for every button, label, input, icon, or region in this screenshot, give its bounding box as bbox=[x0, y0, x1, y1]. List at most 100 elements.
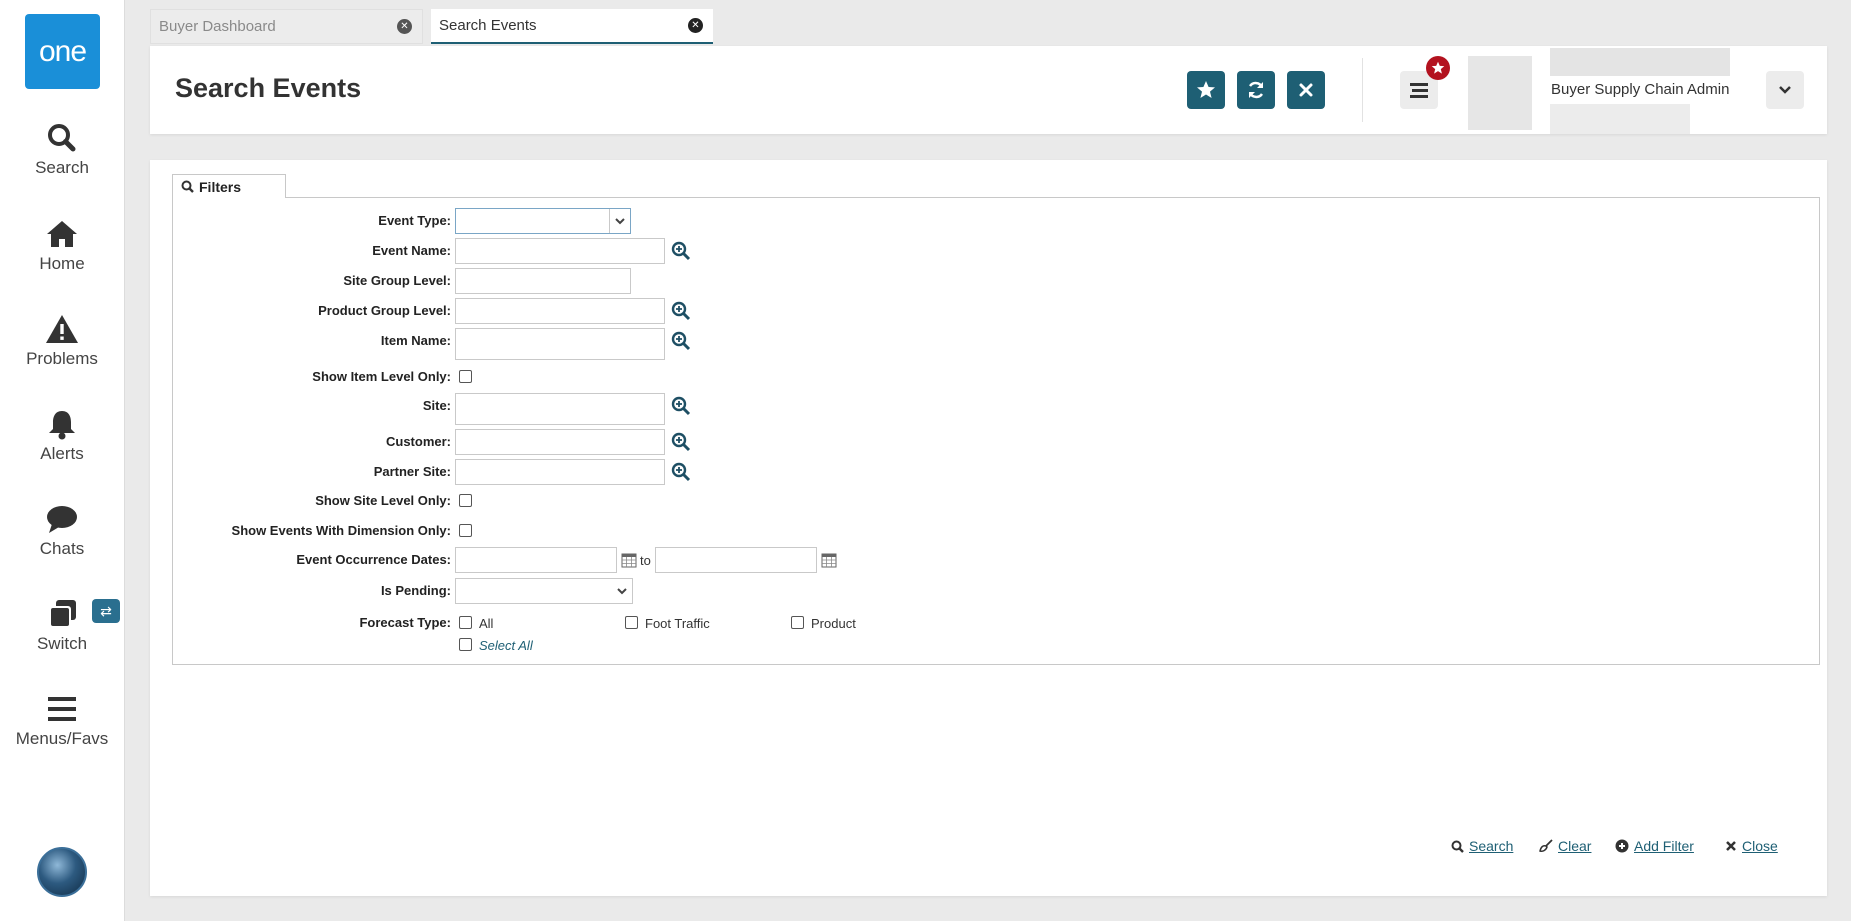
close-icon bbox=[1726, 841, 1736, 851]
user-avatar[interactable] bbox=[37, 847, 87, 897]
close-icon[interactable]: ✕ bbox=[397, 19, 412, 34]
close-action-label[interactable]: Close bbox=[1742, 838, 1778, 854]
show-item-level-only-checkbox[interactable] bbox=[459, 370, 472, 383]
filters-tab[interactable]: Filters bbox=[172, 174, 286, 198]
item-name-input[interactable] bbox=[455, 328, 665, 360]
switch-arrows-icon[interactable]: ⇄ bbox=[92, 599, 120, 623]
calendar-icon[interactable] bbox=[621, 552, 637, 568]
sidebar-item-label: Home bbox=[39, 254, 85, 273]
lookup-icon[interactable] bbox=[671, 432, 691, 452]
hamburger-icon bbox=[1410, 83, 1428, 98]
show-events-with-dimension-only-label: Show Events With Dimension Only: bbox=[231, 523, 451, 538]
sidebar-item-menus-favs[interactable]: Menus/Favs bbox=[0, 693, 124, 749]
content-panel: Filters Event Type: Event Name: Site Gro… bbox=[150, 160, 1827, 896]
show-events-with-dimension-only-row: Show Events With Dimension Only: bbox=[173, 518, 873, 544]
broom-icon bbox=[1539, 839, 1553, 852]
forecast-foot-traffic-checkbox[interactable] bbox=[625, 616, 638, 629]
sidebar-item-problems[interactable]: Problems bbox=[0, 313, 124, 369]
search-icon bbox=[1451, 840, 1464, 853]
show-item-level-only-row: Show Item Level Only: bbox=[173, 364, 873, 390]
site-group-level-label: Site Group Level: bbox=[343, 273, 451, 288]
item-name-label: Item Name: bbox=[380, 333, 451, 348]
search-action-label[interactable]: Search bbox=[1469, 838, 1513, 854]
chevron-down-icon[interactable] bbox=[612, 579, 632, 603]
event-name-input[interactable] bbox=[455, 238, 665, 264]
add-filter-action-label[interactable]: Add Filter bbox=[1634, 838, 1694, 854]
show-item-level-only-label: Show Item Level Only: bbox=[312, 369, 451, 384]
select-all-row: Select All bbox=[173, 632, 873, 658]
user-menu-dropdown[interactable] bbox=[1766, 71, 1804, 109]
partner-site-input[interactable] bbox=[455, 459, 665, 485]
event-type-row: Event Type: bbox=[173, 208, 873, 234]
start-date-input[interactable] bbox=[455, 547, 617, 573]
partner-site-label: Partner Site: bbox=[373, 464, 451, 479]
site-row: Site: bbox=[173, 393, 873, 425]
warning-icon bbox=[46, 315, 78, 343]
forecast-product-checkbox[interactable] bbox=[791, 616, 804, 629]
lookup-icon[interactable] bbox=[671, 331, 691, 351]
sidebar-item-label: Alerts bbox=[40, 444, 84, 463]
forecast-all-label: All bbox=[479, 616, 494, 631]
home-icon bbox=[47, 221, 77, 247]
tab-search-events[interactable]: Search Events ✕ bbox=[431, 9, 713, 44]
end-date-input[interactable] bbox=[655, 547, 817, 573]
sidebar: one Search Home Problems Alerts Chats Sw… bbox=[0, 0, 125, 921]
select-all-checkbox[interactable] bbox=[459, 638, 472, 651]
clear-action[interactable]: Clear bbox=[1539, 838, 1591, 854]
show-events-with-dimension-only-checkbox[interactable] bbox=[459, 524, 472, 537]
refresh-icon bbox=[1248, 81, 1264, 99]
event-occurrence-dates-label: Event Occurrence Dates: bbox=[296, 552, 451, 567]
add-filter-action[interactable]: Add Filter bbox=[1615, 838, 1694, 854]
calendar-icon[interactable] bbox=[821, 552, 837, 568]
event-name-label: Event Name: bbox=[372, 243, 451, 258]
lookup-icon[interactable] bbox=[671, 396, 691, 416]
user-role: Buyer Supply Chain Admin bbox=[1551, 81, 1730, 98]
is-pending-row: Is Pending: bbox=[173, 578, 873, 604]
user-photo[interactable] bbox=[1468, 56, 1532, 130]
sidebar-item-home[interactable]: Home bbox=[0, 218, 124, 274]
filters-form: Event Type: Event Name: Site Group Level… bbox=[172, 197, 1820, 665]
bell-icon bbox=[49, 411, 75, 440]
tab-buyer-dashboard[interactable]: Buyer Dashboard ✕ bbox=[150, 9, 423, 44]
site-label: Site: bbox=[422, 398, 451, 413]
customer-input[interactable] bbox=[455, 429, 665, 455]
search-action[interactable]: Search bbox=[1451, 838, 1513, 854]
sidebar-item-alerts[interactable]: Alerts bbox=[0, 408, 124, 464]
user-org-placeholder bbox=[1550, 104, 1690, 134]
close-icon[interactable]: ✕ bbox=[688, 18, 703, 33]
close-page-button[interactable] bbox=[1287, 71, 1325, 109]
sidebar-item-label: Switch bbox=[36, 634, 88, 653]
is-pending-select[interactable] bbox=[455, 578, 633, 604]
site-input[interactable] bbox=[455, 393, 665, 425]
close-icon bbox=[1299, 83, 1313, 97]
forecast-product-label: Product bbox=[811, 616, 856, 631]
chat-icon bbox=[47, 506, 77, 533]
favorites-star-badge-icon[interactable] bbox=[1426, 56, 1450, 80]
lookup-icon[interactable] bbox=[671, 301, 691, 321]
app-logo[interactable]: one bbox=[25, 14, 100, 89]
sidebar-item-label: Problems bbox=[26, 349, 98, 368]
lookup-icon[interactable] bbox=[671, 462, 691, 482]
forecast-all-checkbox[interactable] bbox=[459, 616, 472, 629]
event-type-select[interactable] bbox=[455, 208, 631, 234]
item-name-row: Item Name: bbox=[173, 328, 873, 360]
show-site-level-only-label: Show Site Level Only: bbox=[315, 493, 451, 508]
refresh-button[interactable] bbox=[1237, 71, 1275, 109]
sidebar-item-chats[interactable]: Chats bbox=[0, 503, 124, 559]
favorite-button[interactable] bbox=[1187, 71, 1225, 109]
user-name-placeholder bbox=[1550, 48, 1730, 76]
close-action[interactable]: Close bbox=[1725, 838, 1778, 854]
show-site-level-only-checkbox[interactable] bbox=[459, 494, 472, 507]
product-group-level-input[interactable] bbox=[455, 298, 665, 324]
event-name-row: Event Name: bbox=[173, 238, 873, 264]
star-icon bbox=[1197, 81, 1215, 98]
site-group-level-input[interactable] bbox=[455, 268, 631, 294]
chevron-down-icon[interactable] bbox=[609, 209, 630, 233]
sidebar-item-search[interactable]: Search bbox=[0, 122, 124, 178]
clear-action-label[interactable]: Clear bbox=[1558, 838, 1591, 854]
search-icon bbox=[181, 180, 194, 193]
select-all-label[interactable]: Select All bbox=[479, 638, 533, 653]
forecast-type-label: Forecast Type: bbox=[359, 615, 451, 630]
lookup-icon[interactable] bbox=[671, 241, 691, 261]
product-group-level-label: Product Group Level: bbox=[318, 303, 451, 318]
